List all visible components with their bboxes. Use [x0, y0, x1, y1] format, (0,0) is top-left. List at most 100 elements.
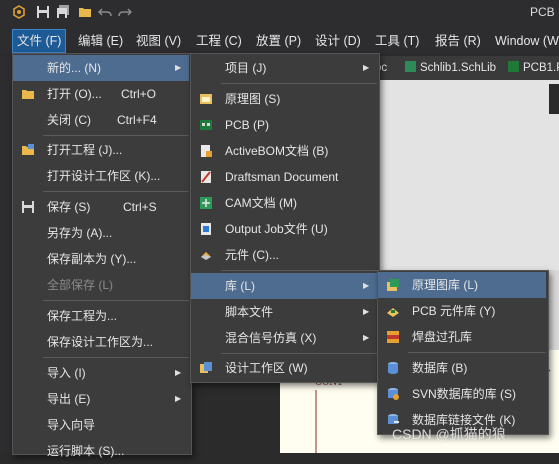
menu-separator: [43, 191, 189, 192]
menu-item-database[interactable]: 数据库 (B): [378, 355, 546, 381]
window-title: PCB: [530, 5, 555, 19]
panel-tab[interactable]: [549, 84, 559, 114]
menu-item-activebom[interactable]: ActiveBOM文档 (B): [191, 138, 377, 164]
pcb-icon: [508, 61, 519, 72]
menu-item-label: 新的... (N): [47, 61, 101, 75]
submenu-arrow-icon: ▶: [175, 368, 182, 377]
menu-item-save-copy-as[interactable]: 保存副本为 (Y)...: [13, 246, 189, 272]
menu-item-draftsman[interactable]: Draftsman Document: [191, 164, 377, 190]
menu-item-export[interactable]: 导出 (E) ▶: [13, 386, 189, 412]
menu-item-import[interactable]: 导入 (I) ▶: [13, 360, 189, 386]
tab-pcb[interactable]: PCB1.P: [508, 60, 559, 76]
menu-item-label: 导入向导: [47, 418, 96, 432]
menu-item-label: ActiveBOM文档 (B): [225, 144, 329, 158]
menu-item-label: 保存副本为 (Y)...: [47, 252, 137, 266]
menu-item-run-script[interactable]: 运行脚本 (S)...: [13, 438, 189, 464]
menu-item-output-job[interactable]: Output Job文件 (U): [191, 216, 377, 242]
library-submenu: 原理图库 (L) PCB 元件库 (Y) 焊盘过孔库 数据库 (B) SVN数据…: [377, 270, 549, 435]
cam-doc-icon: [200, 197, 212, 209]
menu-project[interactable]: 工程 (C): [192, 32, 246, 50]
save-icon[interactable]: [36, 5, 50, 19]
menu-item-label: 元件 (C)...: [225, 248, 279, 262]
menu-item-save-all: 全部保存 (L): [13, 272, 189, 298]
title-bar: PCB: [0, 0, 559, 26]
shortcut-label: Ctrl+O: [121, 87, 157, 101]
menu-item-label: 数据库 (B): [412, 361, 468, 375]
menu-item-label: 原理图 (S): [225, 92, 281, 106]
schlib-icon: [387, 279, 399, 291]
menu-item-import-wizard[interactable]: 导入向导: [13, 412, 189, 438]
menu-item-label: 混合信号仿真 (X): [225, 331, 317, 345]
menu-edit[interactable]: 编辑 (E): [74, 32, 127, 50]
menu-item-save-workspace-as[interactable]: 保存设计工作区为...: [13, 329, 189, 355]
menu-item-label: 打开设计工作区 (K)...: [47, 169, 161, 183]
menu-item-label: 原理图库 (L): [412, 278, 479, 292]
menu-item-label: 保存设计工作区为...: [47, 335, 154, 349]
menu-item-open-project[interactable]: 打开工程 (J)...: [13, 137, 189, 163]
menu-item-label: 库 (L): [225, 279, 256, 293]
menu-window[interactable]: Window (W): [491, 32, 559, 50]
activebom-icon: [201, 145, 212, 157]
redo-icon[interactable]: [118, 5, 132, 19]
menu-item-pcb[interactable]: PCB (P): [191, 112, 377, 138]
tab-schlib[interactable]: Schlib1.SchLib: [405, 60, 496, 76]
save-all-icon[interactable]: [56, 5, 70, 19]
save-icon: [22, 201, 34, 213]
menu-item-design-workspace[interactable]: 设计工作区 (W): [191, 355, 377, 381]
open-project-icon: [22, 144, 34, 155]
menu-separator: [221, 270, 377, 271]
menu-file[interactable]: 文件 (F): [11, 29, 67, 53]
menu-design[interactable]: 设计 (D): [311, 32, 365, 50]
menu-separator: [43, 300, 189, 301]
menu-item-cam[interactable]: CAM文档 (M): [191, 190, 377, 216]
menu-separator: [408, 352, 546, 353]
menu-item-pad-via-library[interactable]: 焊盘过孔库: [378, 324, 546, 350]
menu-item-label: 焊盘过孔库: [412, 330, 473, 344]
menu-item-close[interactable]: 关闭 (C) Ctrl+F4: [13, 107, 189, 133]
menu-item-schematic[interactable]: 原理图 (S): [191, 86, 377, 112]
menu-item-label: 设计工作区 (W): [225, 361, 308, 375]
menu-item-component[interactable]: 元件 (C)...: [191, 242, 377, 268]
menu-item-script-file[interactable]: 脚本文件 ▶: [191, 299, 377, 325]
menu-item-schematic-library[interactable]: 原理图库 (L): [378, 272, 546, 298]
menu-view[interactable]: 视图 (V): [132, 32, 185, 50]
menu-item-label: 打开工程 (J)...: [47, 143, 123, 157]
menu-reports[interactable]: 报告 (R): [431, 32, 485, 50]
menu-item-label: 另存为 (A)...: [47, 226, 113, 240]
shortcut-label: Ctrl+S: [123, 200, 157, 214]
pcb-doc-icon: [200, 120, 212, 130]
menu-item-open-workspace[interactable]: 打开设计工作区 (K)...: [13, 163, 189, 189]
svn-database-icon: [388, 388, 399, 400]
menu-item-label: 保存工程为...: [47, 309, 118, 323]
open-folder-icon[interactable]: [78, 5, 92, 19]
menu-item-save[interactable]: 保存 (S) Ctrl+S: [13, 194, 189, 220]
menu-item-svn-database-library[interactable]: SVN数据库的库 (S): [378, 381, 546, 407]
menu-item-save-project-as[interactable]: 保存工程为...: [13, 303, 189, 329]
menu-item-project[interactable]: 项目 (J) ▶: [191, 55, 377, 81]
menu-item-pcb-library[interactable]: PCB 元件库 (Y): [378, 298, 546, 324]
menu-item-label: SVN数据库的库 (S): [412, 387, 517, 401]
menu-item-open[interactable]: 打开 (O)... Ctrl+O: [13, 81, 189, 107]
menu-separator: [221, 83, 377, 84]
undo-icon[interactable]: [98, 5, 112, 19]
draftsman-icon: [201, 171, 211, 183]
menu-tools[interactable]: 工具 (T): [371, 32, 423, 50]
menu-item-label: 保存 (S): [47, 200, 91, 214]
menu-item-new[interactable]: 新的... (N) ▶: [13, 55, 189, 81]
menu-place[interactable]: 放置 (P): [252, 32, 305, 50]
menu-item-label: Output Job文件 (U): [225, 222, 328, 236]
submenu-arrow-icon: ▶: [363, 307, 370, 316]
file-menu: 新的... (N) ▶ 打开 (O)... Ctrl+O 关闭 (C) Ctrl…: [12, 53, 192, 458]
open-folder-icon: [22, 90, 34, 99]
menu-item-label: CAM文档 (M): [225, 196, 297, 210]
menu-item-mixed-signal-sim[interactable]: 混合信号仿真 (X) ▶: [191, 325, 377, 351]
submenu-arrow-icon: ▶: [175, 63, 182, 72]
watermark: CSDN @抓猫的狼: [392, 426, 506, 442]
app-logo-icon[interactable]: [12, 5, 26, 19]
menu-item-library[interactable]: 库 (L) ▶: [191, 273, 377, 299]
menu-item-label: 关闭 (C): [47, 113, 91, 127]
menu-item-label: Draftsman Document: [225, 170, 339, 184]
menu-item-save-as[interactable]: 另存为 (A)...: [13, 220, 189, 246]
document-canvas: [375, 80, 559, 270]
menu-item-label: 脚本文件: [225, 305, 274, 319]
